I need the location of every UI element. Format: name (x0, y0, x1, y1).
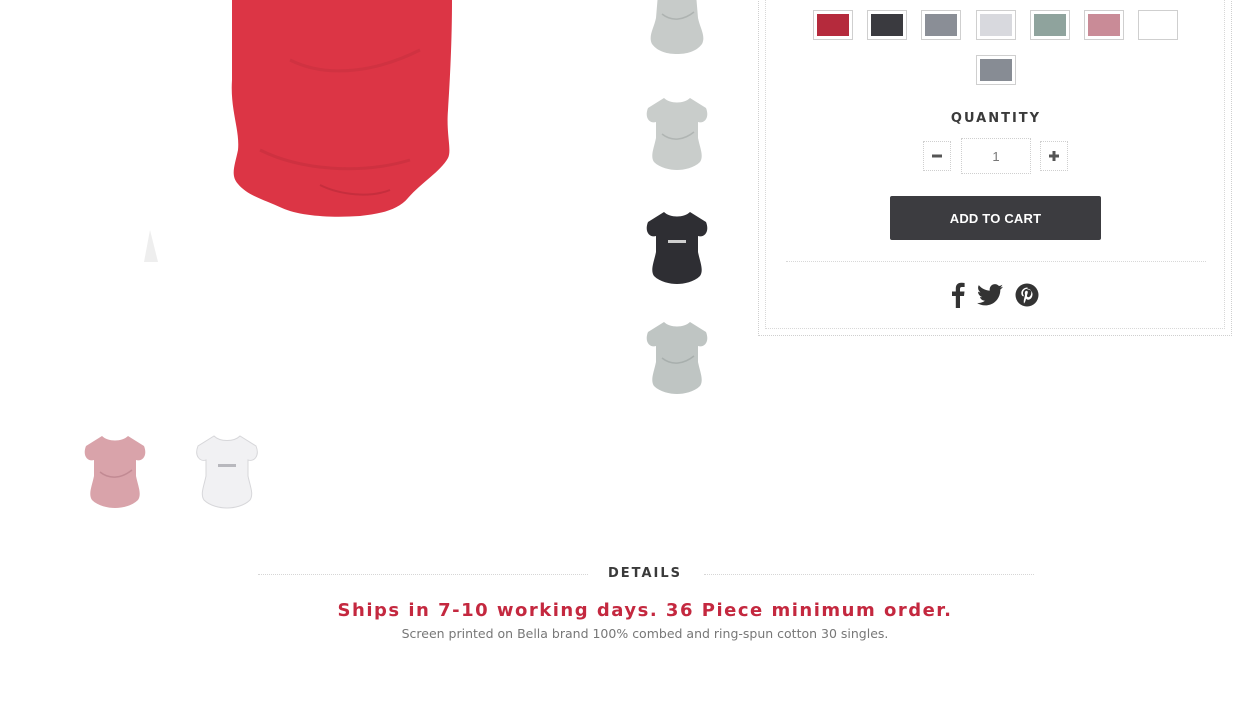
color-swatch-white[interactable] (1138, 10, 1178, 40)
swatch-fill (871, 14, 903, 36)
add-to-cart-button[interactable]: ADD TO CART (890, 196, 1101, 240)
swatch-fill (980, 59, 1012, 81)
swatch-fill (980, 14, 1012, 36)
facebook-share-button[interactable] (948, 280, 968, 310)
color-swatch-heather-green[interactable] (1030, 10, 1070, 40)
details-divider-right (704, 574, 1034, 575)
quantity-input[interactable] (961, 138, 1031, 174)
color-swatch-red[interactable] (813, 10, 853, 40)
product-thumbnail[interactable] (640, 210, 714, 286)
product-thumbnail[interactable] (78, 434, 152, 510)
details-heading: DETAILS (607, 566, 683, 581)
product-thumbnail[interactable] (640, 96, 714, 172)
color-swatch-grey[interactable] (921, 10, 961, 40)
quantity-increment-button[interactable] (1040, 141, 1068, 171)
main-product-image (140, 0, 470, 270)
details-divider-left (258, 574, 588, 575)
swatch-fill (1142, 14, 1174, 36)
product-thumbnail[interactable] (190, 434, 264, 512)
color-swatch-slate[interactable] (976, 55, 1016, 85)
plus-icon (1049, 151, 1059, 161)
color-swatch-charcoal[interactable] (867, 10, 907, 40)
facebook-icon (952, 282, 965, 308)
minus-icon (932, 154, 942, 158)
product-description: Screen printed on Bella brand 100% combe… (401, 626, 889, 641)
quantity-decrement-button[interactable] (923, 141, 951, 171)
product-thumbnail[interactable] (640, 320, 714, 396)
panel-divider (786, 261, 1206, 262)
pinterest-share-button[interactable] (1014, 280, 1040, 310)
color-swatch-light-grey[interactable] (976, 10, 1016, 40)
product-thumbnail[interactable] (640, 0, 714, 58)
pinterest-icon (1015, 283, 1039, 307)
twitter-share-button[interactable] (976, 280, 1004, 310)
swatch-fill (1088, 14, 1120, 36)
color-swatch-heather-pink[interactable] (1084, 10, 1124, 40)
twitter-icon (977, 284, 1003, 306)
quantity-label: QUANTITY (950, 111, 1042, 126)
swatch-fill (925, 14, 957, 36)
shipping-headline: Ships in 7-10 working days. 36 Piece min… (337, 600, 953, 621)
swatch-fill (1034, 14, 1066, 36)
swatch-fill (817, 14, 849, 36)
